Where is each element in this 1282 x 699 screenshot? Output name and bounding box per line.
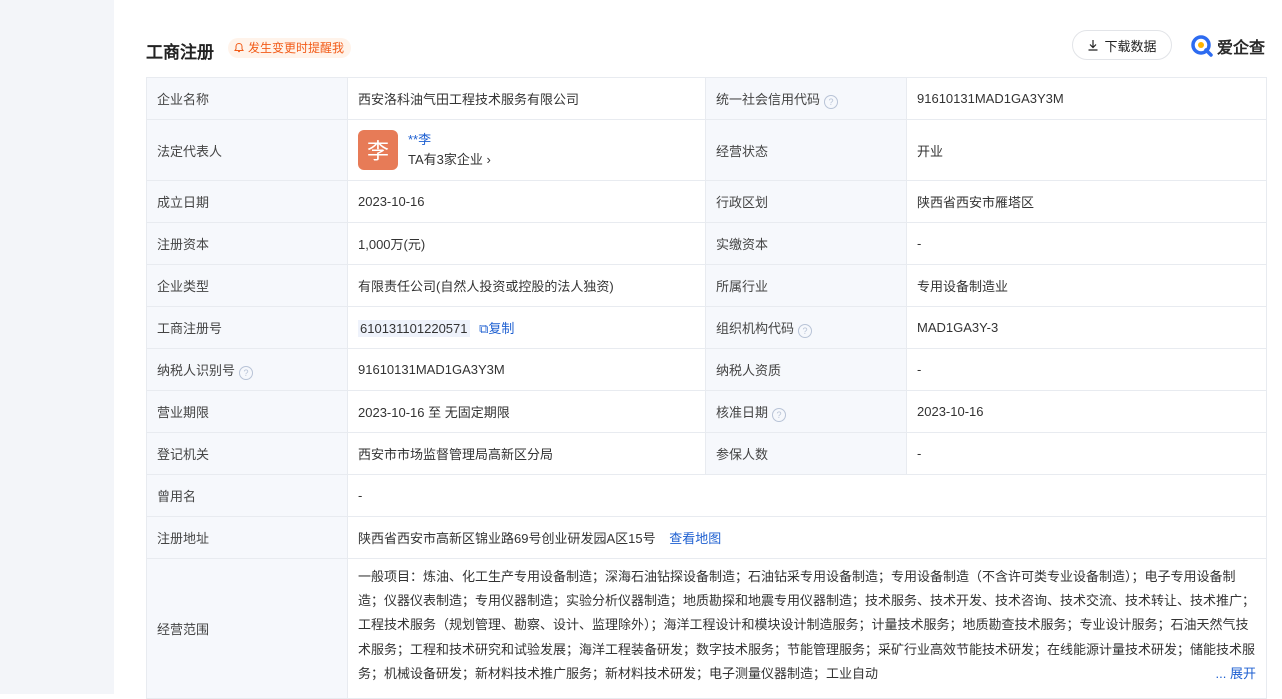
found-date-value: 2023-10-16 bbox=[347, 180, 706, 223]
taxpayer-qual-label: 纳税人资质 bbox=[705, 348, 907, 391]
address-cell: 陕西省西安市高新区锦业路69号创业研发园A区15号 查看地图 bbox=[347, 516, 1267, 559]
aiqicha-logo-icon bbox=[1191, 35, 1213, 57]
taxpayer-id-label: 纳税人识别号 bbox=[157, 362, 236, 378]
approve-date-value: 2023-10-16 bbox=[906, 390, 1267, 433]
company-name-value: 西安洛科油气田工程技术服务有限公司 bbox=[347, 77, 706, 120]
table-row: 注册地址 陕西省西安市高新区锦业路69号创业研发园A区15号 查看地图 bbox=[146, 516, 1267, 559]
table-row: 经营范围 一般项目：炼油、化工生产专用设备制造；深海石油钻探设备制造；石油钻采专… bbox=[146, 558, 1267, 699]
paid-capital-value: - bbox=[906, 222, 1267, 265]
credit-code-label-cell: 统一社会信用代码? bbox=[705, 77, 907, 120]
table-row: 注册资本 1,000万(元) 实缴资本 - bbox=[146, 222, 1267, 265]
table-row: 企业名称 西安洛科油气田工程技术服务有限公司 统一社会信用代码? 9161013… bbox=[146, 77, 1267, 120]
taxpayer-qual-value: - bbox=[906, 348, 1267, 391]
status-label: 经营状态 bbox=[705, 119, 907, 181]
scope-label: 经营范围 bbox=[146, 558, 348, 699]
avatar: 李 bbox=[358, 130, 398, 170]
reg-no-cell: 610131101220571 ⧉复制 bbox=[347, 306, 706, 349]
reg-no-value: 610131101220571 bbox=[358, 320, 470, 337]
business-term-value: 2023-10-16 至 无固定期限 bbox=[347, 390, 706, 433]
download-icon bbox=[1088, 40, 1098, 51]
table-row: 工商注册号 610131101220571 ⧉复制 组织机构代码? MAD1GA… bbox=[146, 306, 1267, 349]
industry-value: 专用设备制造业 bbox=[906, 264, 1267, 307]
insured-value: - bbox=[906, 432, 1267, 475]
change-remind-button[interactable]: 发生变更时提醒我 bbox=[228, 38, 352, 58]
approve-date-label: 核准日期 bbox=[716, 404, 769, 420]
table-row: 曾用名 - bbox=[146, 474, 1267, 517]
download-data-label: 下载数据 bbox=[1104, 38, 1157, 54]
credit-code-value: 91610131MAD1GA3Y3M bbox=[906, 77, 1267, 120]
legal-rep-value: 李 **李 TA有3家企业 › bbox=[347, 119, 706, 181]
scope-value: 一般项目：炼油、化工生产专用设备制造；深海石油钻探设备制造；石油钻采专用设备制造… bbox=[358, 569, 1256, 681]
section-title: 工商注册 bbox=[146, 43, 214, 62]
reg-no-label: 工商注册号 bbox=[146, 306, 348, 349]
reg-capital-value: 1,000万(元) bbox=[347, 222, 706, 265]
legal-rep-companies-text: TA有3家企业 bbox=[408, 152, 483, 167]
reg-capital-label: 注册资本 bbox=[146, 222, 348, 265]
former-name-label: 曾用名 bbox=[146, 474, 348, 517]
address-value: 陕西省西安市高新区锦业路69号创业研发园A区15号 bbox=[358, 531, 656, 546]
chevron-right-icon: › bbox=[486, 152, 491, 167]
org-code-label: 组织机构代码 bbox=[716, 320, 795, 336]
table-row: 营业期限 2023-10-16 至 无固定期限 核准日期? 2023-10-16 bbox=[146, 390, 1267, 433]
credit-code-label: 统一社会信用代码 bbox=[716, 91, 821, 107]
view-map-link[interactable]: 查看地图 bbox=[669, 531, 721, 546]
authority-label: 登记机关 bbox=[146, 432, 348, 475]
scope-cell: 一般项目：炼油、化工生产专用设备制造；深海石油钻探设备制造；石油钻采专用设备制造… bbox=[347, 558, 1267, 699]
table-row: 企业类型 有限责任公司(自然人投资或控股的法人独资) 所属行业 专用设备制造业 bbox=[146, 264, 1267, 307]
help-icon[interactable]: ? bbox=[772, 407, 787, 422]
scope-text-wrap: 一般项目：炼油、化工生产专用设备制造；深海石油钻探设备制造；石油钻采专用设备制造… bbox=[358, 565, 1256, 686]
expand-link[interactable]: ... 展开 bbox=[1215, 661, 1256, 686]
left-sidebar bbox=[0, 0, 114, 694]
taxpayer-id-label-cell: 纳税人识别号? bbox=[146, 348, 348, 391]
found-date-label: 成立日期 bbox=[146, 180, 348, 223]
table-row: 法定代表人 李 **李 TA有3家企业 › 经营状态 开业 bbox=[146, 119, 1267, 181]
help-icon[interactable]: ? bbox=[824, 94, 839, 109]
help-icon[interactable]: ? bbox=[239, 365, 254, 380]
copy-label: 复制 bbox=[488, 321, 515, 336]
table-row: 登记机关 西安市市场监督管理局高新区分局 参保人数 - bbox=[146, 432, 1267, 475]
brand-name: 爱企查 bbox=[1217, 40, 1266, 57]
address-label: 注册地址 bbox=[146, 516, 348, 559]
legal-rep-companies-link[interactable]: TA有3家企业 › bbox=[408, 150, 491, 170]
taxpayer-id-value: 91610131MAD1GA3Y3M bbox=[347, 348, 706, 391]
status-value: 开业 bbox=[906, 119, 1267, 181]
change-remind-label: 发生变更时提醒我 bbox=[248, 41, 345, 55]
download-data-button[interactable]: 下载数据 bbox=[1072, 30, 1172, 60]
org-code-value: MAD1GA3Y-3 bbox=[906, 306, 1267, 349]
region-label: 行政区划 bbox=[705, 180, 907, 223]
bell-icon bbox=[234, 42, 244, 53]
company-type-label: 企业类型 bbox=[146, 264, 348, 307]
business-term-label: 营业期限 bbox=[146, 390, 348, 433]
approve-date-label-cell: 核准日期? bbox=[705, 390, 907, 433]
paid-capital-label: 实缴资本 bbox=[705, 222, 907, 265]
registration-info-table: 企业名称 西安洛科油气田工程技术服务有限公司 统一社会信用代码? 9161013… bbox=[146, 77, 1267, 699]
legal-rep-label: 法定代表人 bbox=[146, 119, 348, 181]
table-row: 纳税人识别号? 91610131MAD1GA3Y3M 纳税人资质 - bbox=[146, 348, 1267, 391]
industry-label: 所属行业 bbox=[705, 264, 907, 307]
insured-label: 参保人数 bbox=[705, 432, 907, 475]
copy-button[interactable]: ⧉复制 bbox=[479, 321, 514, 336]
legal-rep-name-link[interactable]: **李 bbox=[408, 130, 491, 150]
org-code-label-cell: 组织机构代码? bbox=[705, 306, 907, 349]
legal-rep-person: 李 **李 TA有3家企业 › bbox=[358, 130, 695, 170]
help-icon[interactable]: ? bbox=[798, 323, 813, 338]
region-value: 陕西省西安市雁塔区 bbox=[906, 180, 1267, 223]
brand-logo: 爱企查 bbox=[1190, 34, 1265, 58]
authority-value: 西安市市场监督管理局高新区分局 bbox=[347, 432, 706, 475]
table-row: 成立日期 2023-10-16 行政区划 陕西省西安市雁塔区 bbox=[146, 180, 1267, 223]
company-type-value: 有限责任公司(自然人投资或控股的法人独资) bbox=[347, 264, 706, 307]
section-header: 工商注册 发生变更时提醒我 下载数据 爱企查 bbox=[146, 28, 1266, 68]
former-name-value: - bbox=[347, 474, 1267, 517]
company-name-label: 企业名称 bbox=[146, 77, 348, 120]
